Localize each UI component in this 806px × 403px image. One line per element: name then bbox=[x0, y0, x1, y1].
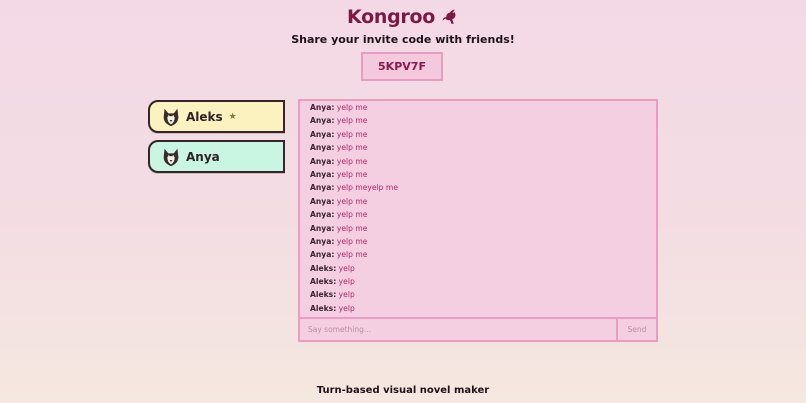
chat-message: Anya: yelp me bbox=[310, 101, 656, 114]
chat-message: Anya: yelp me bbox=[310, 248, 656, 261]
brand-logo: Kongroo bbox=[347, 6, 459, 28]
message-text: yelp me bbox=[336, 129, 368, 139]
brand-name: Kongroo bbox=[347, 6, 435, 28]
chat-message: Aleks: yelp bbox=[310, 302, 656, 315]
player-card-aleks[interactable]: Aleks ★ bbox=[148, 100, 285, 133]
message-author: Anya: bbox=[310, 143, 335, 153]
message-author: Aleks: bbox=[310, 303, 337, 313]
husky-icon bbox=[163, 148, 179, 166]
message-text: yelp me bbox=[336, 236, 368, 246]
chat-message: Aleks: yelp bbox=[310, 288, 656, 301]
message-text: yelp me bbox=[336, 196, 368, 206]
message-text: yelp me bbox=[336, 156, 368, 166]
husky-icon bbox=[163, 108, 179, 126]
chat-message: Anya: yelp me bbox=[310, 208, 656, 221]
chat-message: Anya: yelp me bbox=[310, 168, 656, 181]
chat-messages[interactable]: Anya: yelp me Anya: yelp me Anya: yelp me A… bbox=[300, 101, 656, 320]
invite-code[interactable]: 5KPV7F bbox=[361, 52, 443, 81]
message-text: yelp me bbox=[336, 103, 368, 112]
player-card-anya[interactable]: Anya bbox=[148, 140, 285, 173]
chat-message: Anya: yelp me bbox=[310, 155, 656, 168]
invite-instructions: Share your invite code with friends! bbox=[291, 33, 515, 46]
message-author: Aleks: bbox=[310, 290, 337, 300]
message-text: yelp me bbox=[336, 143, 368, 153]
message-author: Anya: bbox=[310, 129, 335, 139]
chat-message: Anya: yelp me bbox=[310, 128, 656, 141]
player-name: Anya bbox=[186, 149, 220, 164]
player-name: Aleks bbox=[186, 109, 223, 124]
chat-composer: Send bbox=[300, 317, 656, 340]
message-author: Anya: bbox=[310, 169, 335, 179]
message-author: Anya: bbox=[310, 103, 335, 112]
chat-message: Anya: yelp me bbox=[310, 195, 656, 208]
message-text: yelp me bbox=[336, 250, 368, 260]
chat-message: Aleks: yelp bbox=[310, 262, 656, 275]
message-author: Anya: bbox=[310, 223, 335, 233]
message-author: Anya: bbox=[310, 196, 335, 206]
message-text: yelp me bbox=[336, 169, 368, 179]
chat-message: Anya: yelp me bbox=[310, 235, 656, 248]
message-text: yelp me bbox=[336, 116, 368, 126]
kangaroo-icon bbox=[442, 9, 456, 24]
message-author: Aleks: bbox=[310, 277, 337, 287]
header: Kongroo bbox=[0, 6, 806, 28]
message-text: yelp me bbox=[336, 210, 368, 220]
message-text: yelp bbox=[338, 303, 355, 313]
send-button[interactable]: Send bbox=[616, 319, 656, 340]
message-author: Aleks: bbox=[310, 263, 337, 273]
chat-panel: Anya: yelp me Anya: yelp me Anya: yelp me A… bbox=[298, 99, 658, 342]
message-author: Anya: bbox=[310, 236, 335, 246]
message-text: yelp me bbox=[336, 223, 368, 233]
message-author: Anya: bbox=[310, 183, 335, 193]
message-text: yelp bbox=[338, 277, 355, 287]
message-text: yelp meyelp me bbox=[336, 183, 398, 193]
footer-tagline: Turn-based visual novel maker bbox=[316, 385, 490, 396]
chat-input[interactable] bbox=[300, 319, 616, 340]
message-author: Anya: bbox=[310, 210, 335, 220]
chat-message: Anya: yelp me bbox=[310, 222, 656, 235]
message-author: Anya: bbox=[310, 156, 335, 166]
chat-message: Anya: yelp meyelp me bbox=[310, 181, 656, 194]
message-text: yelp bbox=[338, 290, 355, 300]
chat-message: Anya: yelp me bbox=[310, 141, 656, 154]
chat-message: Anya: yelp me bbox=[310, 114, 656, 127]
message-text: yelp bbox=[338, 263, 355, 273]
host-star-icon: ★ bbox=[228, 111, 237, 122]
chat-message: Aleks: yelp bbox=[310, 275, 656, 288]
message-author: Anya: bbox=[310, 116, 335, 126]
message-author: Anya: bbox=[310, 250, 335, 260]
